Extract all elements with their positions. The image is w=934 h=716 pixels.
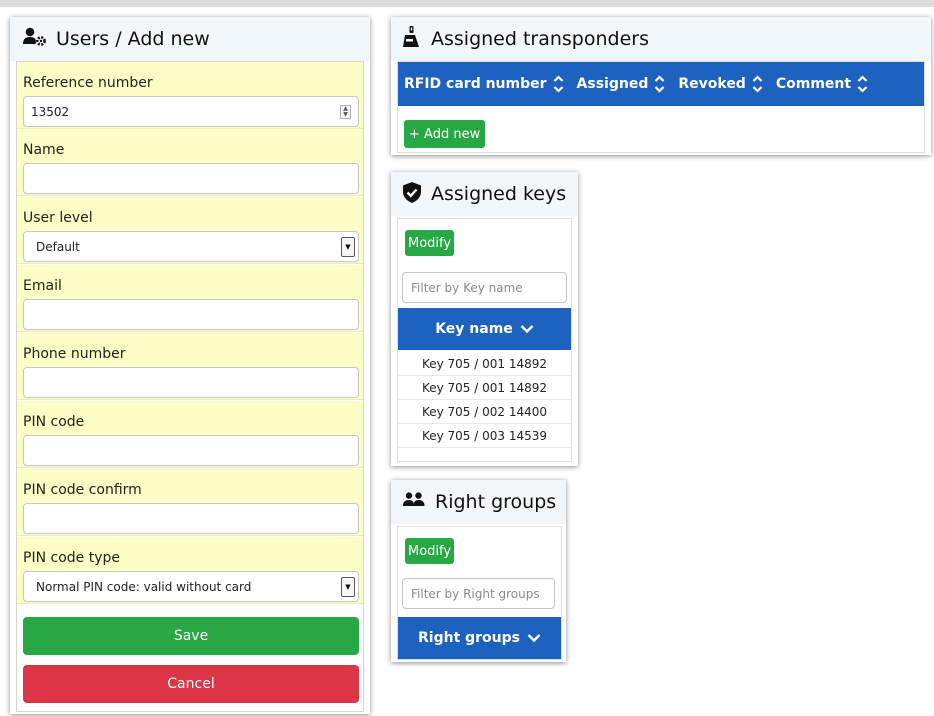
add-transponder-button[interactable]: + Add new (404, 120, 486, 148)
users-icon (403, 492, 425, 512)
table-row[interactable]: Key 705 / 001 14892 (398, 376, 571, 400)
column-right-groups[interactable]: Right groups (398, 617, 561, 659)
column-rfid-card-number[interactable]: RFID card number (404, 75, 564, 93)
save-button[interactable]: Save (23, 617, 359, 655)
name-label: Name (23, 142, 65, 158)
dropdown-arrow-icon[interactable]: ▼ (341, 237, 355, 257)
column-assigned[interactable]: Assigned (577, 75, 666, 93)
email-label: Email (23, 278, 62, 294)
table-row[interactable]: Key 705 / 001 14892 (398, 352, 571, 376)
right-groups-panel: Right groups Modify Filter by Right grou… (391, 480, 566, 662)
transponders-panel-title: Assigned transponders (431, 28, 649, 50)
reference-number-label: Reference number (23, 75, 153, 91)
sort-icon (752, 75, 763, 93)
transponders-table-header: RFID card number Assigned Revoked Commen… (398, 62, 924, 106)
column-revoked[interactable]: Revoked (678, 75, 763, 93)
sort-icon (857, 75, 868, 93)
dropdown-arrow-icon[interactable]: ▼ (341, 577, 355, 597)
modify-keys-button[interactable]: Modify (405, 230, 455, 256)
keys-box: Modify Filter by Key name Key name Key 7… (397, 218, 572, 462)
reference-number-input[interactable]: 13502 ▲ ▼ (23, 96, 359, 127)
pin-code-type-value: Normal PIN code: valid without card (36, 579, 252, 594)
user-level-label: User level (23, 210, 93, 226)
email-field[interactable] (23, 299, 359, 330)
phone-number-input[interactable] (23, 367, 359, 398)
name-group: Name (17, 129, 363, 196)
user-level-select[interactable]: Default ▼ (23, 231, 359, 262)
assigned-keys-panel: Assigned keys Modify Filter by Key name … (391, 172, 578, 466)
pin-code-label: PIN code (23, 414, 85, 430)
assigned-transponders-panel: Assigned transponders RFID card number A… (391, 17, 931, 155)
modify-right-groups-button[interactable]: Modify (405, 538, 455, 564)
column-key-name[interactable]: Key name (398, 308, 571, 350)
reference-number-value: 13502 (31, 104, 70, 119)
name-input[interactable] (23, 163, 359, 194)
right-groups-panel-header: Right groups (391, 480, 566, 524)
keys-panel-title: Assigned keys (431, 183, 567, 205)
filter-key-name-input[interactable]: Filter by Key name (402, 272, 567, 303)
pin-code-type-label: PIN code type (23, 550, 120, 566)
pin-code-type-select[interactable]: Normal PIN code: valid without card ▼ (23, 571, 359, 602)
pin-code-confirm-group: PIN code confirm (17, 469, 363, 536)
shield-check-icon (403, 181, 421, 207)
chevron-down-icon (527, 634, 541, 643)
filter-right-groups-input[interactable]: Filter by Right groups (402, 578, 555, 609)
sort-icon (553, 75, 563, 93)
pin-code-confirm-label: PIN code confirm (23, 482, 142, 498)
cancel-button[interactable]: Cancel (23, 665, 359, 703)
phone-number-label: Phone number (23, 346, 126, 362)
user-level-group: User level Default ▼ (17, 197, 363, 264)
user-level-value: Default (36, 239, 80, 254)
table-row[interactable]: Key 705 / 003 14539 (398, 424, 571, 448)
transponders-table: RFID card number Assigned Revoked Commen… (397, 61, 925, 153)
pin-code-group: PIN code (17, 401, 363, 468)
right-groups-panel-title: Right groups (435, 491, 557, 513)
users-add-new-panel: Users / Add new Reference number 13502 ▲… (10, 17, 370, 714)
users-panel-header: Users / Add new (10, 17, 370, 61)
phone-number-group: Phone number (17, 333, 363, 400)
table-row[interactable]: Key 705 / 002 14400 (398, 400, 571, 424)
pin-code-confirm-input[interactable] (23, 503, 359, 534)
keys-panel-header: Assigned keys (391, 172, 578, 216)
user-cog-icon (23, 27, 47, 51)
transponder-icon (403, 26, 421, 52)
column-comment[interactable]: Comment (776, 75, 868, 93)
pin-code-input[interactable] (23, 435, 359, 466)
chevron-down-icon (520, 325, 534, 334)
email-group: Email (17, 265, 363, 332)
users-panel-title: Users / Add new (56, 28, 210, 50)
pin-code-type-group: PIN code type Normal PIN code: valid wit… (17, 537, 363, 604)
sort-icon (655, 75, 665, 93)
top-border (0, 0, 934, 7)
right-groups-box: Modify Filter by Right groups Right grou… (397, 526, 562, 660)
number-spinner-icon[interactable]: ▲ ▼ (340, 105, 351, 119)
user-form: Reference number 13502 ▲ ▼ Name User leve… (16, 61, 364, 712)
transponders-panel-header: Assigned transponders (391, 17, 931, 61)
reference-number-group: Reference number 13502 ▲ ▼ (17, 62, 363, 129)
